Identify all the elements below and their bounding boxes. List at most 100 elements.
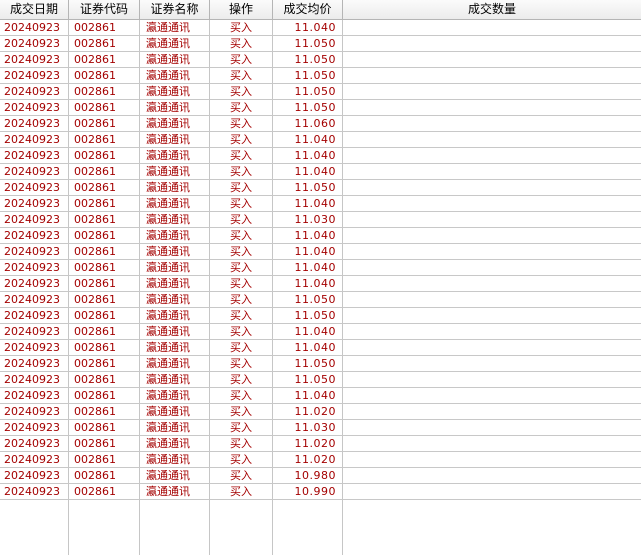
column-header-name[interactable]: 证券名称 [140, 0, 210, 19]
avg-price-cell: 11.020 [294, 437, 336, 450]
security-name-cell: 瀛通通讯 [146, 325, 190, 338]
quantity-cell [346, 100, 636, 115]
table-row[interactable]: 20240923 002861 瀛通通讯 买入 11.060 [0, 116, 641, 132]
table-row[interactable]: 20240923 002861 瀛通通讯 买入 10.990 [0, 484, 641, 500]
quantity-cell [346, 452, 636, 467]
table-row[interactable]: 20240923 002861 瀛通通讯 买入 11.040 [0, 196, 641, 212]
table-row[interactable]: 20240923 002861 瀛通通讯 买入 11.050 [0, 292, 641, 308]
action-cell: 买入 [230, 117, 252, 130]
column-header-action[interactable]: 操作 [210, 0, 273, 19]
table-row[interactable]: 20240923 002861 瀛通通讯 买入 11.030 [0, 212, 641, 228]
security-name-cell: 瀛通通讯 [146, 117, 190, 130]
security-code-cell: 002861 [74, 309, 116, 322]
table-row[interactable]: 20240923 002861 瀛通通讯 买入 11.040 [0, 148, 641, 164]
action-cell: 买入 [230, 181, 252, 194]
table-row[interactable]: 20240923 002861 瀛通通讯 买入 11.040 [0, 164, 641, 180]
table-row[interactable]: 20240923 002861 瀛通通讯 买入 10.980 [0, 468, 641, 484]
security-name-cell: 瀛通通讯 [146, 373, 190, 386]
table-row[interactable]: 20240923 002861 瀛通通讯 买入 11.040 [0, 260, 641, 276]
avg-price-cell: 11.040 [294, 277, 336, 290]
security-code-cell: 002861 [74, 117, 116, 130]
quantity-cell [346, 404, 636, 419]
table-row[interactable]: 20240923 002861 瀛通通讯 买入 11.050 [0, 180, 641, 196]
security-name-cell: 瀛通通讯 [146, 341, 190, 354]
quantity-cell [346, 372, 636, 387]
security-code-cell: 002861 [74, 341, 116, 354]
action-cell: 买入 [230, 53, 252, 66]
table-row[interactable]: 20240923 002861 瀛通通讯 买入 11.040 [0, 244, 641, 260]
action-cell: 买入 [230, 469, 252, 482]
security-code-cell: 002861 [74, 85, 116, 98]
security-code-cell: 002861 [74, 437, 116, 450]
column-header-avg-price[interactable]: 成交均价 [273, 0, 343, 19]
table-header: 成交日期 证券代码 证券名称 操作 成交均价 成交数量 [0, 0, 641, 20]
action-cell: 买入 [230, 341, 252, 354]
table-row[interactable]: 20240923 002861 瀛通通讯 买入 11.020 [0, 404, 641, 420]
trade-date-cell: 20240923 [4, 69, 60, 82]
trade-date-cell: 20240923 [4, 325, 60, 338]
avg-price-cell: 10.980 [294, 469, 336, 482]
security-code-cell: 002861 [74, 373, 116, 386]
table-row[interactable]: 20240923 002861 瀛通通讯 买入 11.050 [0, 100, 641, 116]
quantity-cell [346, 20, 636, 35]
table-row[interactable]: 20240923 002861 瀛通通讯 买入 11.050 [0, 308, 641, 324]
table-row[interactable]: 20240923 002861 瀛通通讯 买入 11.040 [0, 388, 641, 404]
avg-price-cell: 11.040 [294, 341, 336, 354]
avg-price-cell: 11.050 [294, 53, 336, 66]
action-cell: 买入 [230, 85, 252, 98]
security-name-cell: 瀛通通讯 [146, 197, 190, 210]
table-row[interactable]: 20240923 002861 瀛通通讯 买入 11.050 [0, 84, 641, 100]
quantity-cell [346, 420, 636, 435]
table-row[interactable]: 20240923 002861 瀛通通讯 买入 11.050 [0, 68, 641, 84]
security-name-cell: 瀛通通讯 [146, 165, 190, 178]
table-row[interactable]: 20240923 002861 瀛通通讯 买入 11.030 [0, 420, 641, 436]
table-row[interactable]: 20240923 002861 瀛通通讯 买入 11.040 [0, 20, 641, 36]
security-name-cell: 瀛通通讯 [146, 133, 190, 146]
security-name-cell: 瀛通通讯 [146, 149, 190, 162]
quantity-cell [346, 308, 636, 323]
quantity-cell [346, 484, 636, 499]
security-name-cell: 瀛通通讯 [146, 453, 190, 466]
table-row[interactable]: 20240923 002861 瀛通通讯 买入 11.040 [0, 228, 641, 244]
security-name-cell: 瀛通通讯 [146, 309, 190, 322]
security-code-cell: 002861 [74, 37, 116, 50]
security-code-cell: 002861 [74, 165, 116, 178]
trade-date-cell: 20240923 [4, 357, 60, 370]
quantity-cell [346, 84, 636, 99]
table-row[interactable]: 20240923 002861 瀛通通讯 买入 11.050 [0, 36, 641, 52]
table-row[interactable]: 20240923 002861 瀛通通讯 买入 11.050 [0, 52, 641, 68]
column-header-date[interactable]: 成交日期 [0, 0, 69, 19]
quantity-cell [346, 228, 636, 243]
trade-date-cell: 20240923 [4, 389, 60, 402]
action-cell: 买入 [230, 261, 252, 274]
table-row[interactable]: 20240923 002861 瀛通通讯 买入 11.020 [0, 452, 641, 468]
trade-records-table[interactable]: 成交日期 证券代码 证券名称 操作 成交均价 成交数量 20240923 0028… [0, 0, 641, 555]
action-cell: 买入 [230, 277, 252, 290]
table-row[interactable]: 20240923 002861 瀛通通讯 买入 11.020 [0, 436, 641, 452]
avg-price-cell: 11.040 [294, 149, 336, 162]
table-row[interactable]: 20240923 002861 瀛通通讯 买入 11.050 [0, 356, 641, 372]
avg-price-cell: 11.050 [294, 373, 336, 386]
trade-date-cell: 20240923 [4, 101, 60, 114]
table-row[interactable]: 20240923 002861 瀛通通讯 买入 11.050 [0, 372, 641, 388]
trade-date-cell: 20240923 [4, 245, 60, 258]
avg-price-cell: 11.040 [294, 389, 336, 402]
trade-date-cell: 20240923 [4, 165, 60, 178]
quantity-cell [346, 68, 636, 83]
column-header-code[interactable]: 证券代码 [69, 0, 140, 19]
table-row[interactable]: 20240923 002861 瀛通通讯 买入 11.040 [0, 324, 641, 340]
table-row[interactable]: 20240923 002861 瀛通通讯 买入 11.040 [0, 132, 641, 148]
quantity-cell [346, 468, 636, 483]
column-header-quantity[interactable]: 成交数量 [343, 0, 641, 19]
action-cell: 买入 [230, 133, 252, 146]
table-row[interactable]: 20240923 002861 瀛通通讯 买入 11.040 [0, 276, 641, 292]
trade-date-cell: 20240923 [4, 37, 60, 50]
trade-date-cell: 20240923 [4, 133, 60, 146]
avg-price-cell: 11.050 [294, 37, 336, 50]
security-code-cell: 002861 [74, 405, 116, 418]
action-cell: 买入 [230, 21, 252, 34]
security-name-cell: 瀛通通讯 [146, 37, 190, 50]
security-code-cell: 002861 [74, 277, 116, 290]
table-row[interactable]: 20240923 002861 瀛通通讯 买入 11.040 [0, 340, 641, 356]
avg-price-cell: 11.020 [294, 405, 336, 418]
